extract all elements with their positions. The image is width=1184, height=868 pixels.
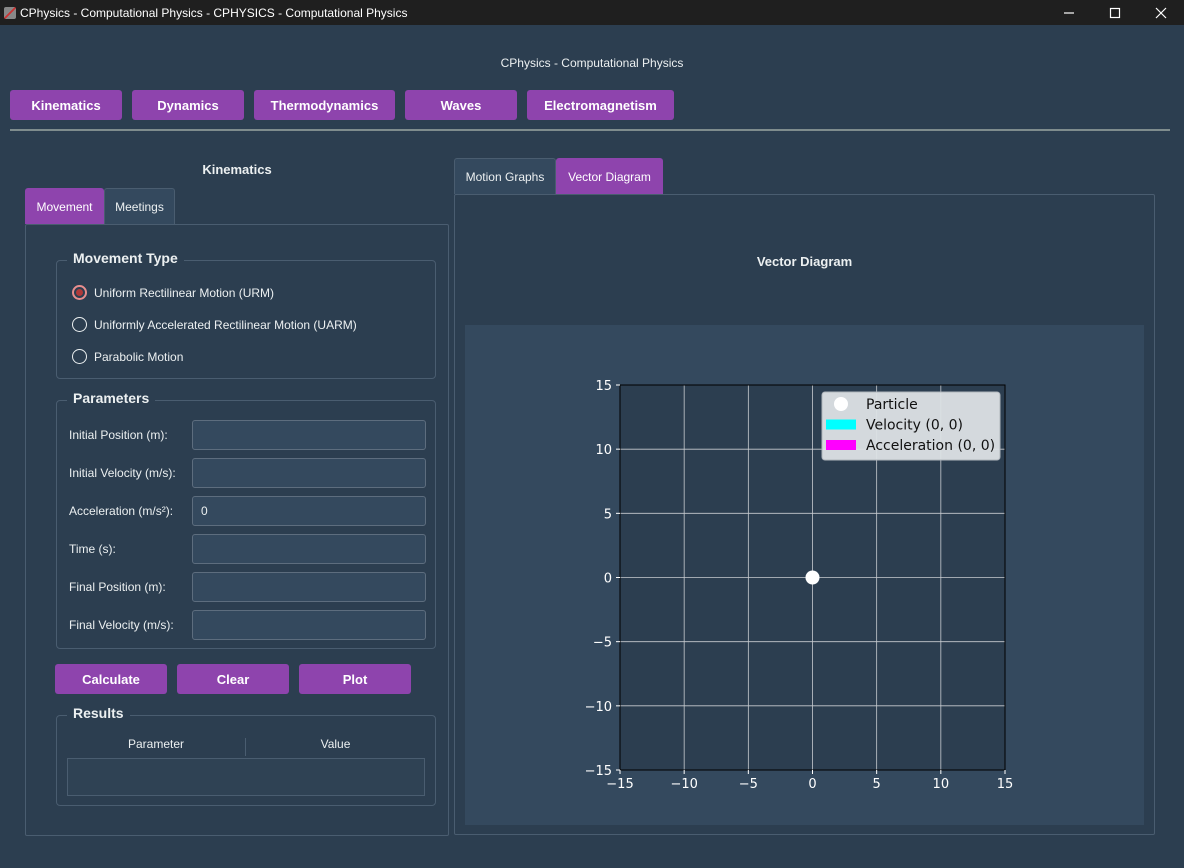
radio-uarm[interactable]: Uniformly Accelerated Rectilinear Motion…: [72, 317, 357, 332]
radio-button[interactable]: [72, 317, 87, 332]
legend-velocity-swatch: [826, 419, 856, 430]
y-tick-label: −10: [585, 700, 612, 715]
movement-type-group: Movement Type Uniform Rectilinear Motion…: [56, 250, 436, 379]
time-input[interactable]: [192, 534, 426, 564]
close-icon[interactable]: [1138, 0, 1184, 25]
final-velocity-label: Final Velocity (m/s):: [69, 618, 174, 632]
radio-parabolic-label: Parabolic Motion: [94, 349, 184, 364]
vector-diagram-chart[interactable]: −15 −10 −5 0 5 10 15 −15 −10 −5 0 5 10 15 Particle Vel…: [465, 325, 1144, 825]
clear-button[interactable]: Clear: [177, 664, 289, 694]
calculate-button[interactable]: Calculate: [55, 664, 167, 694]
app-header: CPhysics - Computational Physics: [500, 56, 684, 70]
radio-urm-label: Uniform Rectilinear Motion (URM): [94, 285, 275, 300]
plot-button[interactable]: Plot: [299, 664, 411, 694]
final-position-label: Final Position (m):: [69, 580, 166, 594]
x-tick-label: −5: [739, 777, 758, 792]
acceleration-label: Acceleration (m/s²):: [69, 504, 174, 518]
x-tick-label: 5: [873, 777, 881, 792]
parameters-title: Parameters: [67, 390, 156, 406]
final-velocity-input[interactable]: [192, 610, 426, 640]
final-position-input[interactable]: [192, 572, 426, 602]
acceleration-input[interactable]: [192, 496, 426, 526]
y-tick-label: 5: [604, 507, 612, 522]
window-title: CPhysics - Computational Physics - CPHYS…: [20, 5, 408, 20]
tab-movement[interactable]: Movement: [25, 188, 104, 224]
plot-title: Vector Diagram: [756, 254, 853, 269]
radio-urm[interactable]: Uniform Rectilinear Motion (URM): [72, 285, 274, 300]
initial-velocity-label: Initial Velocity (m/s):: [69, 466, 176, 480]
movement-tab-pane: Movement Type Uniform Rectilinear Motion…: [25, 224, 449, 836]
x-tick-label: 0: [808, 777, 816, 792]
x-tick-label: 10: [933, 777, 950, 792]
legend-entry-label: Particle: [866, 397, 918, 413]
initial-position-label: Initial Position (m):: [69, 428, 168, 442]
nav-waves-button[interactable]: Waves: [405, 90, 517, 120]
legend-entry-label: Acceleration (0, 0): [866, 438, 995, 454]
results-column-parameter[interactable]: Parameter: [67, 737, 245, 751]
panel-title: Kinematics: [202, 162, 272, 177]
radio-uarm-label: Uniformly Accelerated Rectilinear Motion…: [94, 317, 357, 332]
nav-kinematics-button[interactable]: Kinematics: [10, 90, 122, 120]
nav-divider: [10, 129, 1170, 131]
movement-type-title: Movement Type: [67, 250, 184, 266]
initial-velocity-input[interactable]: [192, 458, 426, 488]
nav-dynamics-button[interactable]: Dynamics: [132, 90, 244, 120]
tab-meetings[interactable]: Meetings: [104, 188, 175, 224]
time-label: Time (s):: [69, 542, 116, 556]
legend-entry-label: Velocity (0, 0): [866, 418, 963, 434]
window-titlebar: CPhysics - Computational Physics - CPHYS…: [0, 0, 1184, 25]
app-icon: [4, 6, 16, 19]
nav-electromagnetism-button[interactable]: Electromagnetism: [527, 90, 674, 120]
results-group: Results Parameter Value: [56, 705, 436, 806]
tab-vector-diagram[interactable]: Vector Diagram: [556, 158, 663, 194]
y-tick-label: −15: [585, 764, 612, 779]
radio-parabolic[interactable]: Parabolic Motion: [72, 349, 183, 364]
y-tick-label: −5: [593, 636, 612, 651]
radio-button[interactable]: [72, 349, 87, 364]
x-tick-label: −10: [670, 777, 697, 792]
nav-thermodynamics-button[interactable]: Thermodynamics: [254, 90, 395, 120]
initial-position-input[interactable]: [192, 420, 426, 450]
x-tick-label: 15: [997, 777, 1014, 792]
radio-button-checked[interactable]: [72, 285, 87, 300]
minimize-icon[interactable]: [1046, 0, 1092, 25]
y-tick-label: 10: [595, 443, 612, 458]
particle-point: [805, 570, 820, 585]
y-tick-label: 15: [595, 379, 612, 394]
x-tick-label: −15: [606, 777, 633, 792]
legend-particle-marker: [834, 397, 848, 411]
results-title: Results: [67, 705, 130, 721]
legend-acceleration-swatch: [826, 440, 856, 450]
results-table-body[interactable]: [67, 758, 425, 796]
parameters-group: Parameters Initial Position (m): Initial…: [56, 390, 436, 649]
tab-motion-graphs[interactable]: Motion Graphs: [454, 158, 556, 194]
maximize-icon[interactable]: [1092, 0, 1138, 25]
y-tick-label: 0: [604, 572, 612, 587]
results-column-value[interactable]: Value: [246, 737, 425, 751]
